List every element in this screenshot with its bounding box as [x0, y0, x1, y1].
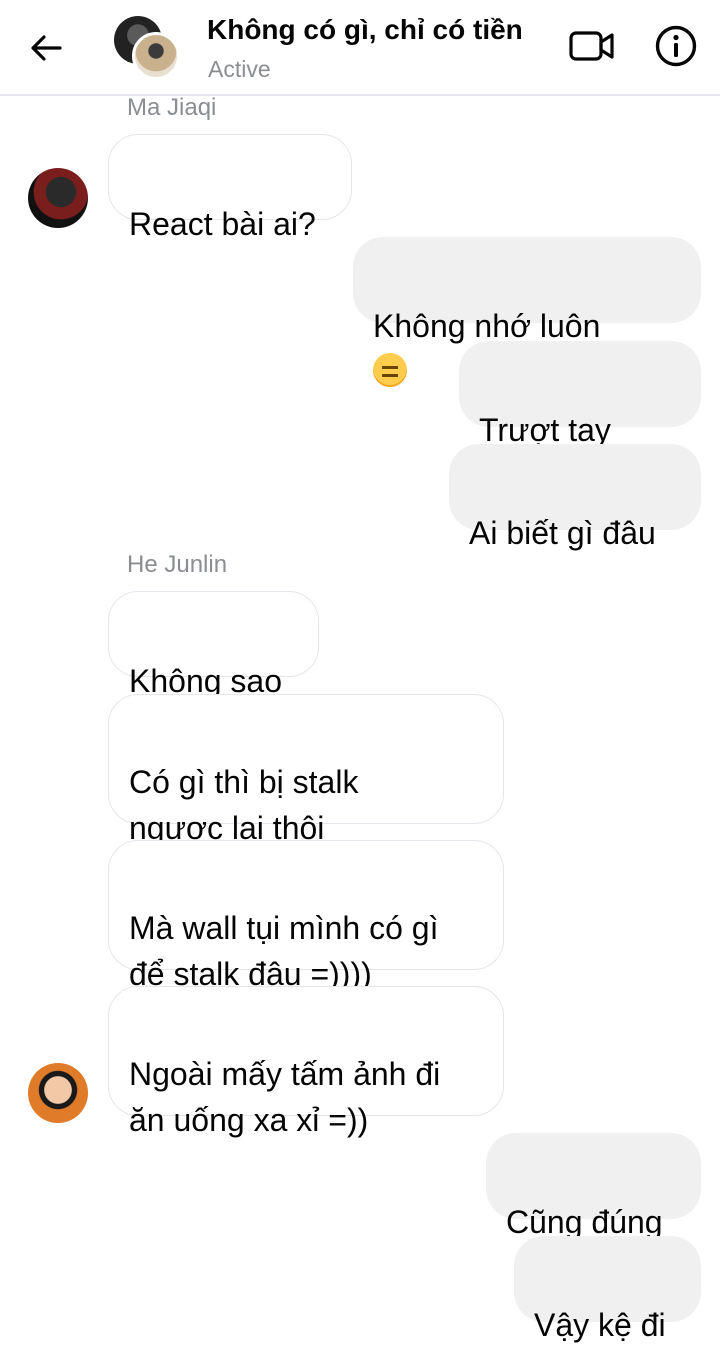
- message-bubble-outgoing[interactable]: Cũng đúng: [486, 1133, 701, 1240]
- chat-title[interactable]: Không có gì, chỉ có tiền: [207, 14, 523, 46]
- sender-avatar[interactable]: [28, 168, 88, 228]
- chat-status: Active: [208, 56, 271, 82]
- video-call-icon[interactable]: [568, 26, 616, 66]
- message-text: Trượt tay: [479, 412, 611, 448]
- sender-avatar[interactable]: [28, 1063, 88, 1123]
- message-text: Mà wall tụi mình có gì để stalk đâu =)))…: [129, 910, 439, 992]
- message-text: Không nhớ luôn: [373, 308, 601, 344]
- back-arrow-icon[interactable]: [26, 28, 66, 68]
- message-text: Có gì thì bị stalk ngược lại thôi: [129, 764, 359, 846]
- group-avatar-front: [132, 32, 180, 80]
- message-bubble-outgoing[interactable]: Không nhớ luôn: [353, 237, 701, 387]
- sender-name: Ma Jiaqi: [127, 94, 217, 121]
- message-text: Cũng đúng: [506, 1204, 663, 1240]
- message-bubble-incoming[interactable]: Ngoài mấy tấm ảnh đi ăn uống xa xỉ =)): [108, 986, 504, 1138]
- message-text: Vậy kệ đi: [534, 1307, 666, 1343]
- message-bubble-outgoing[interactable]: Vậy kệ đi: [514, 1236, 701, 1343]
- sender-name: He Junlin: [127, 551, 228, 578]
- message-bubble-outgoing[interactable]: Ai biết gì đâu: [449, 444, 701, 551]
- message-text: Ngoài mấy tấm ảnh đi ăn uống xa xỉ =)): [129, 1056, 441, 1138]
- message-bubble-incoming[interactable]: React bài ai?: [108, 134, 352, 242]
- message-bubble-outgoing[interactable]: Trượt tay: [459, 341, 701, 491]
- group-avatar[interactable]: [114, 16, 180, 80]
- message-text: Ai biết gì đâu: [469, 515, 656, 551]
- message-text: React bài ai?: [129, 206, 316, 242]
- message-bubble-incoming[interactable]: Không sao: [108, 591, 319, 699]
- message-bubble-incoming[interactable]: Mà wall tụi mình có gì để stalk đâu =)))…: [108, 840, 504, 992]
- info-icon[interactable]: [654, 24, 698, 68]
- expressionless-emoji-icon: [373, 353, 407, 387]
- message-bubble-incoming[interactable]: Có gì thì bị stalk ngược lại thôi: [108, 694, 504, 889]
- chat-header: Không có gì, chỉ có tiền Active: [0, 0, 720, 96]
